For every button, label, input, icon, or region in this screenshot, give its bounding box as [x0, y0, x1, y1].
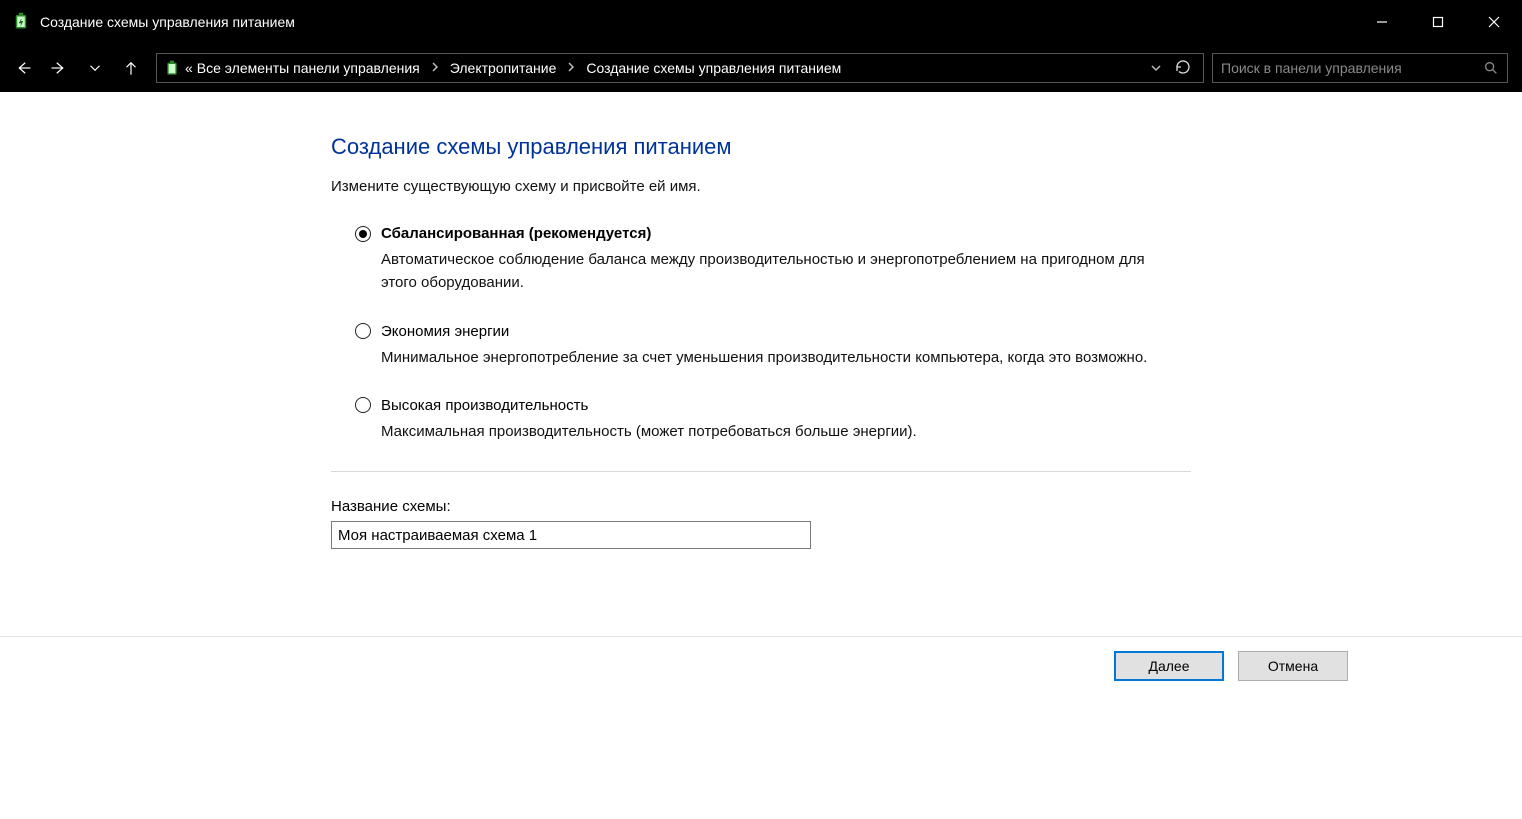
search-icon[interactable]	[1483, 60, 1499, 76]
plan-label[interactable]: Высокая производительность	[381, 397, 588, 414]
nav-buttons	[14, 59, 148, 77]
address-bar[interactable]: « Все элементы панели управления Электро…	[156, 53, 1204, 83]
power-options-icon	[163, 59, 181, 77]
toolbar: « Все элементы панели управления Электро…	[0, 44, 1522, 92]
plan-name-label: Название схемы:	[331, 498, 1191, 515]
breadcrumb-item-2[interactable]: Создание схемы управления питанием	[586, 60, 841, 76]
chevron-down-icon[interactable]	[1151, 60, 1161, 76]
breadcrumb: « Все элементы панели управления Электро…	[185, 60, 1141, 76]
chevron-right-icon[interactable]	[430, 62, 440, 75]
maximize-button[interactable]	[1410, 0, 1466, 44]
chevron-right-icon[interactable]	[566, 62, 576, 75]
plan-label[interactable]: Экономия энергии	[381, 323, 509, 340]
page-title: Создание схемы управления питанием	[331, 134, 1191, 160]
page-subtitle: Измените существующую схему и присвойте …	[331, 178, 1191, 195]
refresh-button[interactable]	[1175, 59, 1191, 78]
search-input[interactable]	[1221, 60, 1483, 76]
forward-button[interactable]	[50, 59, 68, 77]
address-bar-tail	[1145, 59, 1197, 78]
breadcrumb-item-0[interactable]: Все элементы панели управления	[197, 60, 420, 76]
up-button[interactable]	[122, 59, 140, 77]
titlebar-left: Создание схемы управления питанием	[12, 12, 295, 33]
plan-name-input[interactable]	[331, 521, 811, 549]
plan-description: Автоматическое соблюдение баланса между …	[381, 248, 1151, 295]
next-button[interactable]: Далее	[1114, 651, 1224, 681]
recent-locations-button[interactable]	[86, 59, 104, 77]
plan-label[interactable]: Сбалансированная (рекомендуется)	[381, 225, 651, 242]
radio-high-performance[interactable]	[355, 397, 371, 413]
plan-high-performance: Высокая производительность Максимальная …	[355, 397, 1151, 443]
footer: Далее Отмена	[0, 636, 1522, 681]
minimize-button[interactable]	[1354, 0, 1410, 44]
close-button[interactable]	[1466, 0, 1522, 44]
plan-balanced: Сбалансированная (рекомендуется) Автомат…	[355, 225, 1151, 295]
content-area: Создание схемы управления питанием Измен…	[0, 92, 1522, 819]
window-buttons	[1354, 0, 1522, 44]
back-button[interactable]	[14, 59, 32, 77]
divider	[331, 471, 1191, 472]
breadcrumb-leading[interactable]: «	[185, 60, 193, 76]
radio-balanced[interactable]	[355, 226, 371, 242]
titlebar: Создание схемы управления питанием	[0, 0, 1522, 44]
plan-description: Максимальная производительность (может п…	[381, 420, 1151, 443]
plan-list: Сбалансированная (рекомендуется) Автомат…	[331, 225, 1151, 443]
plan-power-saver: Экономия энергии Минимальное энергопотре…	[355, 323, 1151, 369]
power-options-icon	[12, 12, 30, 33]
radio-power-saver[interactable]	[355, 323, 371, 339]
breadcrumb-item-1[interactable]: Электропитание	[450, 60, 557, 76]
window-title: Создание схемы управления питанием	[40, 14, 295, 30]
search-box[interactable]	[1212, 53, 1508, 83]
plan-description: Минимальное энергопотребление за счет ум…	[381, 346, 1151, 369]
cancel-button[interactable]: Отмена	[1238, 651, 1348, 681]
